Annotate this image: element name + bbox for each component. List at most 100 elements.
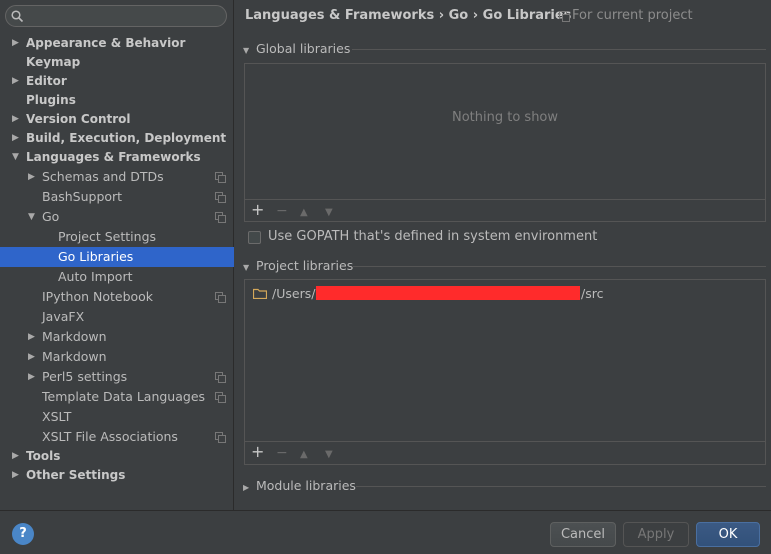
tree-item[interactable]: Project Settings	[0, 227, 234, 247]
scope-label: For current project	[572, 8, 693, 23]
project-scope-icon	[215, 172, 226, 183]
empty-text: Nothing to show	[451, 110, 559, 125]
tree-item-label: Perl5 settings	[42, 369, 128, 384]
tree-item-label: Plugins	[26, 93, 76, 107]
settings-sidebar: ▶ Appearance & Behavior Keymap ▶ Editor Plugi…	[0, 0, 234, 510]
tree-item-label: Keymap	[26, 55, 81, 69]
project-scope-icon	[215, 192, 226, 203]
tree-item[interactable]: ▶ Editor	[0, 72, 234, 91]
collapsed-arrow-icon[interactable]: ▶	[28, 367, 38, 387]
global-libraries-title: Global libraries	[256, 41, 351, 56]
tree-item[interactable]: Auto Import	[0, 267, 234, 287]
tree-item-label: Go	[42, 209, 60, 224]
collapse-arrow-icon: ▼	[243, 46, 250, 55]
remove-library-button[interactable]: −	[276, 446, 288, 460]
tree-item[interactable]: Keymap	[0, 53, 234, 72]
tree-item-label: XSLT File Associations	[42, 429, 178, 444]
scope-indicator: For current project	[559, 8, 693, 23]
tree-item[interactable]: Template Data Languages	[0, 387, 234, 407]
search-field[interactable]	[5, 5, 227, 27]
expanded-arrow-icon[interactable]: ▼	[12, 148, 22, 167]
gopath-checkbox[interactable]	[248, 231, 261, 244]
library-path-suffix: /src	[581, 286, 604, 301]
tree-item[interactable]: ▶ Markdown	[0, 347, 234, 367]
collapsed-arrow-icon[interactable]: ▶	[12, 34, 22, 53]
gopath-checkbox-label[interactable]: Use GOPATH that's defined in system envi…	[268, 229, 597, 244]
tree-item-label: Tools	[26, 449, 61, 463]
add-library-button[interactable]: +	[251, 202, 264, 218]
move-up-button[interactable]: ▲	[300, 448, 308, 462]
collapsed-arrow-icon[interactable]: ▶	[12, 466, 22, 485]
global-libraries-panel: Nothing to show + − ▲ ▼	[244, 63, 766, 222]
expanded-arrow-icon[interactable]: ▼	[28, 207, 38, 227]
tree-item-label: Build, Execution, Deployment	[26, 131, 227, 145]
add-library-button[interactable]: +	[251, 444, 264, 460]
ok-button[interactable]: OK	[696, 522, 760, 547]
apply-button[interactable]: Apply	[623, 522, 689, 547]
tree-item[interactable]: Plugins	[0, 91, 234, 110]
collapsed-arrow-icon[interactable]: ▶	[28, 327, 38, 347]
move-down-button[interactable]: ▼	[325, 448, 333, 462]
tree-item[interactable]: ▶ Schemas and DTDs	[0, 167, 234, 187]
tree-item-label: Template Data Languages	[42, 389, 206, 404]
tree-item[interactable]: IPython Notebook	[0, 287, 234, 307]
library-path-prefix: /Users/	[272, 286, 316, 301]
module-libraries-title: Module libraries	[256, 478, 356, 493]
global-libraries-toolbar: + − ▲ ▼	[245, 199, 765, 223]
cancel-button[interactable]: Cancel	[550, 522, 616, 547]
move-up-button[interactable]: ▲	[300, 206, 308, 220]
tree-item-label: Markdown	[42, 349, 107, 364]
collapsed-arrow-icon[interactable]: ▶	[28, 167, 38, 187]
tree-item-label: Version Control	[26, 112, 131, 126]
global-libraries-header[interactable]: ▼ Global libraries	[243, 41, 350, 57]
remove-library-button[interactable]: −	[276, 204, 288, 218]
dialog-button-bar: ? Cancel Apply OK	[0, 510, 771, 554]
collapsed-arrow-icon[interactable]: ▶	[28, 347, 38, 367]
tree-item-label: Auto Import	[58, 269, 133, 284]
project-libraries-title: Project libraries	[256, 258, 354, 273]
tree-item[interactable]: ▶ Markdown	[0, 327, 234, 347]
collapsed-arrow-icon[interactable]: ▶	[12, 447, 22, 466]
tree-item-label: Project Settings	[58, 229, 157, 244]
tree-item[interactable]: ▶ Other Settings	[0, 466, 234, 485]
collapsed-arrow-icon[interactable]: ▶	[12, 72, 22, 91]
tree-item-label: Editor	[26, 74, 67, 88]
tree-item[interactable]: Go Libraries	[0, 247, 234, 267]
tree-item[interactable]: ▶ Version Control	[0, 110, 234, 129]
breadcrumb: Languages & Frameworks › Go › Go Librari…	[245, 8, 572, 23]
folder-icon	[253, 288, 267, 299]
divider	[356, 486, 766, 487]
tree-item[interactable]: XSLT	[0, 407, 234, 427]
collapse-arrow-icon: ▼	[243, 263, 250, 272]
tree-item[interactable]: ▶ Build, Execution, Deployment	[0, 129, 234, 148]
tree-item[interactable]: BashSupport	[0, 187, 234, 207]
divider	[352, 49, 766, 50]
tree-item[interactable]: ▼ Languages & Frameworks	[0, 148, 234, 167]
tree-item-label: JavaFX	[42, 309, 85, 324]
tree-item[interactable]: ▼ Go	[0, 207, 234, 227]
move-down-button[interactable]: ▼	[325, 206, 333, 220]
collapsed-arrow-icon[interactable]: ▶	[12, 110, 22, 129]
project-libraries-header[interactable]: ▼ Project libraries	[243, 258, 353, 274]
settings-tree: ▶ Appearance & Behavior Keymap ▶ Editor Plugi…	[0, 34, 234, 485]
tree-item-label: Other Settings	[26, 468, 126, 482]
module-libraries-header[interactable]: ▶ Module libraries	[243, 478, 356, 494]
project-scope-icon	[215, 292, 226, 303]
project-libraries-panel: /Users/ /src + − ▲ ▼	[244, 279, 766, 465]
tree-item[interactable]: XSLT File Associations	[0, 427, 234, 447]
tree-item-label: Go Libraries	[58, 249, 134, 264]
help-button[interactable]: ?	[12, 523, 34, 545]
tree-item[interactable]: ▶ Perl5 settings	[0, 367, 234, 387]
tree-item-label: XSLT	[42, 409, 72, 424]
tree-item[interactable]: ▶ Tools	[0, 447, 234, 466]
tree-item-label: BashSupport	[42, 189, 123, 204]
project-scope-icon	[215, 392, 226, 403]
search-input[interactable]	[28, 7, 218, 25]
tree-item[interactable]: JavaFX	[0, 307, 234, 327]
project-scope-icon	[215, 432, 226, 443]
tree-item-label: Markdown	[42, 329, 107, 344]
collapsed-arrow-icon[interactable]: ▶	[12, 129, 22, 148]
redaction-bar	[316, 286, 580, 300]
tree-item[interactable]: ▶ Appearance & Behavior	[0, 34, 234, 53]
tree-item-label: Appearance & Behavior	[26, 36, 186, 50]
